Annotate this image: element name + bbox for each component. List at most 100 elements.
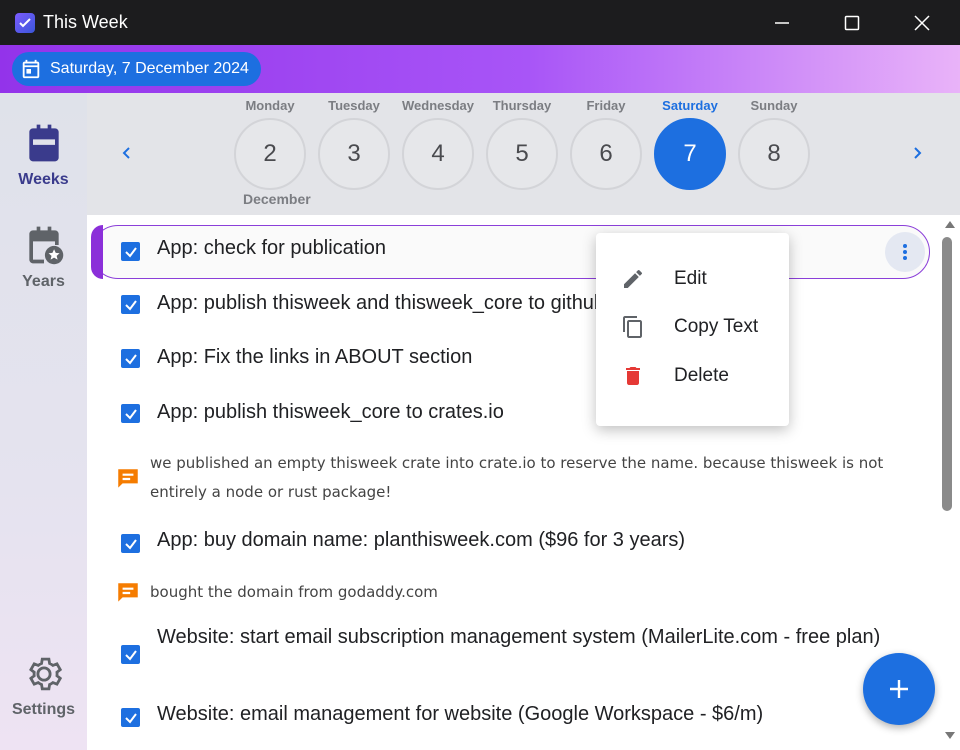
task-text: Website: start email subscription manage… bbox=[157, 626, 881, 648]
day-number: 2 bbox=[234, 118, 306, 190]
check-icon bbox=[124, 649, 137, 661]
task-checkbox[interactable] bbox=[121, 295, 140, 314]
gear-icon bbox=[28, 657, 62, 691]
scroll-thumb[interactable] bbox=[942, 237, 952, 511]
task-checkbox[interactable] bbox=[121, 242, 140, 261]
day-monday[interactable]: Monday 2 bbox=[233, 97, 307, 190]
day-name: Wednesday bbox=[401, 98, 474, 113]
day-number: 5 bbox=[486, 118, 558, 190]
close-button[interactable] bbox=[889, 0, 955, 45]
month-label: December bbox=[243, 191, 311, 207]
task-item[interactable]: App: check for publication bbox=[91, 225, 930, 279]
task-checkbox[interactable] bbox=[121, 534, 140, 553]
task-item[interactable]: Website: start email subscription manage… bbox=[87, 623, 940, 683]
pencil-icon bbox=[620, 266, 646, 292]
header-bar: Saturday, 7 December 2024 bbox=[0, 45, 960, 93]
day-friday[interactable]: Friday 6 bbox=[569, 97, 643, 190]
add-task-button[interactable] bbox=[863, 653, 935, 725]
day-saturday[interactable]: Saturday 7 bbox=[653, 97, 727, 190]
sidebar-item-settings[interactable]: Settings bbox=[0, 653, 87, 719]
task-checkbox[interactable] bbox=[121, 708, 140, 727]
task-text: App: Fix the links in ABOUT section bbox=[157, 346, 473, 368]
more-options-button[interactable] bbox=[885, 232, 925, 272]
day-number: 3 bbox=[318, 118, 390, 190]
check-icon bbox=[124, 712, 137, 724]
task-list: App: check for publication App: publish … bbox=[87, 215, 940, 750]
minimize-button[interactable] bbox=[749, 0, 815, 45]
day-sunday[interactable]: Sunday 8 bbox=[737, 97, 811, 190]
current-date-chip[interactable]: Saturday, 7 December 2024 bbox=[12, 52, 261, 86]
task-text: App: buy domain name: planthisweek.com (… bbox=[157, 529, 686, 551]
more-vertical-icon bbox=[903, 244, 907, 260]
task-text: App: publish thisweek and thisweek_core … bbox=[157, 292, 606, 314]
menu-item-label: Copy Text bbox=[674, 316, 759, 337]
scrollbar[interactable] bbox=[940, 215, 960, 750]
note-item[interactable]: bought the domain from godaddy.com bbox=[87, 578, 940, 608]
day-name: Sunday bbox=[750, 98, 798, 113]
sidebar-item-label: Years bbox=[22, 273, 65, 290]
check-icon bbox=[124, 353, 137, 365]
menu-item-delete[interactable]: Delete bbox=[596, 354, 789, 398]
comment-icon bbox=[118, 469, 138, 488]
window-title: This Week bbox=[43, 12, 128, 32]
scroll-down-arrow-icon[interactable] bbox=[944, 731, 956, 741]
note-text: we published an empty thisweek crate int… bbox=[150, 454, 884, 501]
app-logo-icon bbox=[15, 12, 35, 33]
task-item[interactable]: App: Fix the links in ABOUT section bbox=[87, 343, 940, 373]
current-date-label: Saturday, 7 December 2024 bbox=[50, 60, 249, 77]
calendar-star-icon bbox=[28, 226, 63, 265]
task-text: App: publish thisweek_core to crates.io bbox=[157, 401, 504, 423]
task-text: App: check for publication bbox=[157, 237, 387, 259]
check-icon bbox=[124, 299, 137, 311]
maximize-button[interactable] bbox=[819, 0, 885, 45]
task-item[interactable]: App: buy domain name: planthisweek.com (… bbox=[87, 526, 940, 556]
day-number: 7 bbox=[654, 118, 726, 190]
title-bar: This Week bbox=[0, 0, 960, 45]
check-icon bbox=[124, 538, 137, 550]
check-icon bbox=[124, 408, 137, 420]
calendar-icon bbox=[22, 59, 40, 79]
task-item[interactable]: App: publish thisweek and thisweek_core … bbox=[87, 289, 940, 319]
task-item[interactable]: Website: email management for website (G… bbox=[87, 700, 940, 730]
copy-icon bbox=[620, 314, 646, 340]
previous-week-button[interactable] bbox=[117, 143, 137, 163]
sidebar-item-years[interactable]: Years bbox=[0, 223, 87, 291]
sidebar: Weeks Years Settings bbox=[0, 93, 87, 750]
next-week-button[interactable] bbox=[907, 143, 927, 163]
menu-item-label: Edit bbox=[674, 268, 707, 289]
sidebar-item-weeks[interactable]: Weeks bbox=[0, 121, 87, 189]
task-checkbox[interactable] bbox=[121, 349, 140, 368]
day-thursday[interactable]: Thursday 5 bbox=[485, 97, 559, 190]
day-name: Tuesday bbox=[328, 98, 380, 113]
calendar-icon bbox=[28, 124, 59, 162]
note-item[interactable]: we published an empty thisweek crate int… bbox=[87, 449, 940, 509]
day-number: 6 bbox=[570, 118, 642, 190]
day-name: Monday bbox=[245, 98, 295, 113]
menu-item-edit[interactable]: Edit bbox=[596, 257, 789, 301]
check-icon bbox=[124, 246, 137, 258]
menu-item-label: Delete bbox=[674, 365, 729, 386]
task-item[interactable]: App: publish thisweek_core to crates.io bbox=[87, 398, 940, 428]
sidebar-item-label: Settings bbox=[11, 701, 76, 718]
day-number: 4 bbox=[402, 118, 474, 190]
day-number: 8 bbox=[738, 118, 810, 190]
selected-indicator bbox=[91, 225, 103, 279]
sidebar-item-label: Weeks bbox=[18, 171, 69, 188]
day-name: Thursday bbox=[492, 98, 552, 113]
chevron-left-icon bbox=[122, 147, 130, 159]
scroll-up-arrow-icon[interactable] bbox=[944, 219, 956, 229]
task-text: Website: email management for website (G… bbox=[157, 703, 764, 725]
context-menu: Edit Copy Text Delete bbox=[596, 233, 789, 426]
chevron-right-icon bbox=[914, 147, 922, 159]
task-checkbox[interactable] bbox=[121, 404, 140, 423]
comment-icon bbox=[118, 583, 138, 602]
plus-icon bbox=[890, 680, 908, 698]
week-strip: Monday 2 Tuesday 3 Wednesday 4 Thursday … bbox=[87, 93, 960, 215]
task-checkbox[interactable] bbox=[121, 645, 140, 664]
day-wednesday[interactable]: Wednesday 4 bbox=[401, 97, 475, 190]
day-name: Saturday bbox=[662, 98, 718, 113]
menu-item-copy-text[interactable]: Copy Text bbox=[596, 305, 789, 349]
day-name: Friday bbox=[586, 98, 626, 113]
day-tuesday[interactable]: Tuesday 3 bbox=[317, 97, 391, 190]
note-text: bought the domain from godaddy.com bbox=[150, 583, 438, 601]
